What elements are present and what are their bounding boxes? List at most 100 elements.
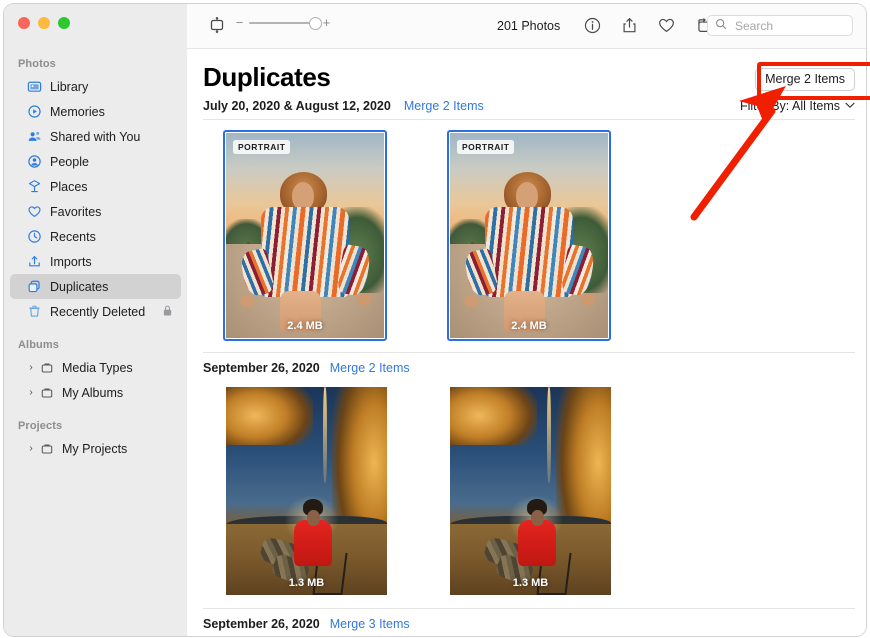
close-button[interactable] — [18, 17, 30, 29]
photo-image: 1.3 MB — [450, 387, 611, 595]
sidebar-item-label: Duplicates — [50, 279, 109, 294]
sidebar-section-albums-title: Albums — [18, 339, 59, 351]
minimize-button[interactable] — [38, 17, 50, 29]
library-icon — [26, 78, 43, 95]
sidebar-item-duplicates[interactable]: Duplicates — [10, 274, 181, 299]
group-date: July 20, 2020 & August 12, 2020 — [203, 99, 391, 113]
toolbar: − + 201 Photos — [187, 4, 866, 49]
favorite-heart-icon[interactable] — [656, 15, 677, 36]
chevron-down-icon[interactable] — [845, 101, 855, 111]
sidebar-item-recents[interactable]: Recents — [10, 224, 181, 249]
sidebar-item-label: Recently Deleted — [50, 304, 146, 319]
merge-items-link[interactable]: Merge 2 Items — [404, 99, 484, 113]
file-size-label: 2.4 MB — [511, 320, 547, 332]
share-icon[interactable] — [619, 15, 640, 36]
sidebar-item-label: Library — [50, 79, 89, 94]
file-size-label: 2.4 MB — [287, 320, 323, 332]
view-mode-icon[interactable] — [207, 15, 227, 40]
group-divider — [203, 608, 855, 609]
sidebar-item-imports[interactable]: Imports — [10, 249, 181, 274]
file-size-label: 1.3 MB — [288, 577, 325, 589]
sidebar-item-memories[interactable]: Memories — [10, 99, 181, 124]
first-group-header: July 20, 2020 & August 12, 2020 Merge 2 … — [203, 99, 484, 113]
photo-artwork — [450, 387, 611, 595]
portrait-badge: PORTRAIT — [233, 140, 291, 154]
photo-artwork — [450, 133, 608, 338]
sidebar-item-my-albums[interactable]: › My Albums — [10, 380, 181, 405]
duplicates-view: Duplicates Merge 2 Items July 20, 2020 &… — [187, 49, 866, 636]
sidebar-item-favorites[interactable]: Favorites — [10, 199, 181, 224]
info-icon[interactable] — [582, 15, 603, 36]
sidebar-item-shared-with-you[interactable]: Shared with You — [10, 124, 181, 149]
sidebar: Photos Library Memories Shared with You … — [4, 4, 188, 636]
photo-thumbnail[interactable]: PORTRAIT 2.4 MB — [447, 130, 611, 341]
import-icon — [26, 253, 43, 270]
folder-icon — [38, 440, 55, 457]
zoom-slider[interactable]: − + — [235, 16, 331, 30]
group-divider — [203, 352, 855, 353]
photo-image: 1.3 MB — [226, 387, 387, 595]
group-date: September 26, 2020 — [203, 617, 320, 631]
zoom-slider-knob[interactable] — [309, 17, 322, 30]
heart-icon — [26, 203, 43, 220]
photo-thumbnail[interactable]: PORTRAIT 2.4 MB — [223, 130, 387, 341]
zoom-in-label[interactable]: + — [322, 16, 331, 29]
sidebar-item-label: Places — [50, 179, 88, 194]
places-icon — [26, 178, 43, 195]
toolbar-icon-group — [582, 15, 714, 36]
photo-image: PORTRAIT 2.4 MB — [226, 133, 384, 338]
photo-artwork — [226, 133, 384, 338]
sidebar-item-label: Memories — [50, 104, 105, 119]
content-area: − + 201 Photos Search Duplicates Merge 2… — [187, 4, 866, 636]
sidebar-item-library[interactable]: Library — [10, 74, 181, 99]
shared-with-you-icon — [26, 128, 43, 145]
sidebar-item-people[interactable]: People — [10, 149, 181, 174]
photo-count-label: 201 Photos — [497, 19, 561, 33]
sidebar-item-label: Shared with You — [50, 129, 141, 144]
zoom-slider-track[interactable] — [249, 17, 322, 30]
page-title: Duplicates — [203, 62, 331, 92]
duplicates-icon — [26, 278, 43, 295]
photo-thumbnail[interactable]: 1.3 MB — [450, 387, 611, 595]
second-group-header: September 26, 2020 Merge 2 Items — [203, 361, 410, 375]
photos-window: Photos Library Memories Shared with You … — [4, 4, 866, 636]
sidebar-item-label: Media Types — [62, 360, 133, 375]
chevron-right-icon[interactable]: › — [26, 362, 36, 373]
merge-items-link[interactable]: Merge 2 Items — [330, 361, 410, 375]
sidebar-item-label: Recents — [50, 229, 96, 244]
sidebar-item-label: My Projects — [62, 441, 128, 456]
lock-icon — [162, 304, 173, 320]
folder-icon — [38, 384, 55, 401]
photo-artwork — [226, 387, 387, 595]
third-group-header: September 26, 2020 Merge 3 Items — [203, 617, 410, 631]
sidebar-item-label: Imports — [50, 254, 92, 269]
sidebar-section-projects-title: Projects — [18, 420, 63, 432]
sidebar-item-media-types[interactable]: › Media Types — [10, 355, 181, 380]
photo-image: PORTRAIT 2.4 MB — [450, 133, 608, 338]
people-icon — [26, 153, 43, 170]
photos-app-screenshot: Photos Library Memories Shared with You … — [0, 0, 870, 638]
maximize-button[interactable] — [58, 17, 70, 29]
sidebar-item-label: Favorites — [50, 204, 102, 219]
clock-icon — [26, 228, 43, 245]
sidebar-item-my-projects[interactable]: › My Projects — [10, 436, 181, 461]
group-date: September 26, 2020 — [203, 361, 320, 375]
search-input[interactable] — [733, 17, 849, 34]
zoom-out-label[interactable]: − — [235, 16, 244, 29]
sidebar-item-recently-deleted[interactable]: Recently Deleted — [10, 299, 181, 324]
sidebar-item-label: My Albums — [62, 385, 124, 400]
filter-by-control[interactable]: Filter By: All Items — [740, 99, 855, 113]
chevron-right-icon[interactable]: › — [26, 443, 36, 454]
photo-thumbnail[interactable]: 1.3 MB — [226, 387, 387, 595]
sidebar-item-places[interactable]: Places — [10, 174, 181, 199]
merge-all-button[interactable]: Merge 2 Items — [755, 68, 855, 91]
sidebar-scroll: Photos Library Memories Shared with You … — [4, 52, 187, 636]
file-size-label: 1.3 MB — [512, 577, 549, 589]
chevron-right-icon[interactable]: › — [26, 387, 36, 398]
window-traffic-lights — [18, 17, 70, 29]
merge-items-link[interactable]: Merge 3 Items — [330, 617, 410, 631]
sidebar-item-label: People — [50, 154, 89, 169]
search-field[interactable] — [707, 15, 853, 36]
filter-by-label: Filter By: All Items — [739, 99, 840, 113]
search-icon — [715, 17, 727, 35]
